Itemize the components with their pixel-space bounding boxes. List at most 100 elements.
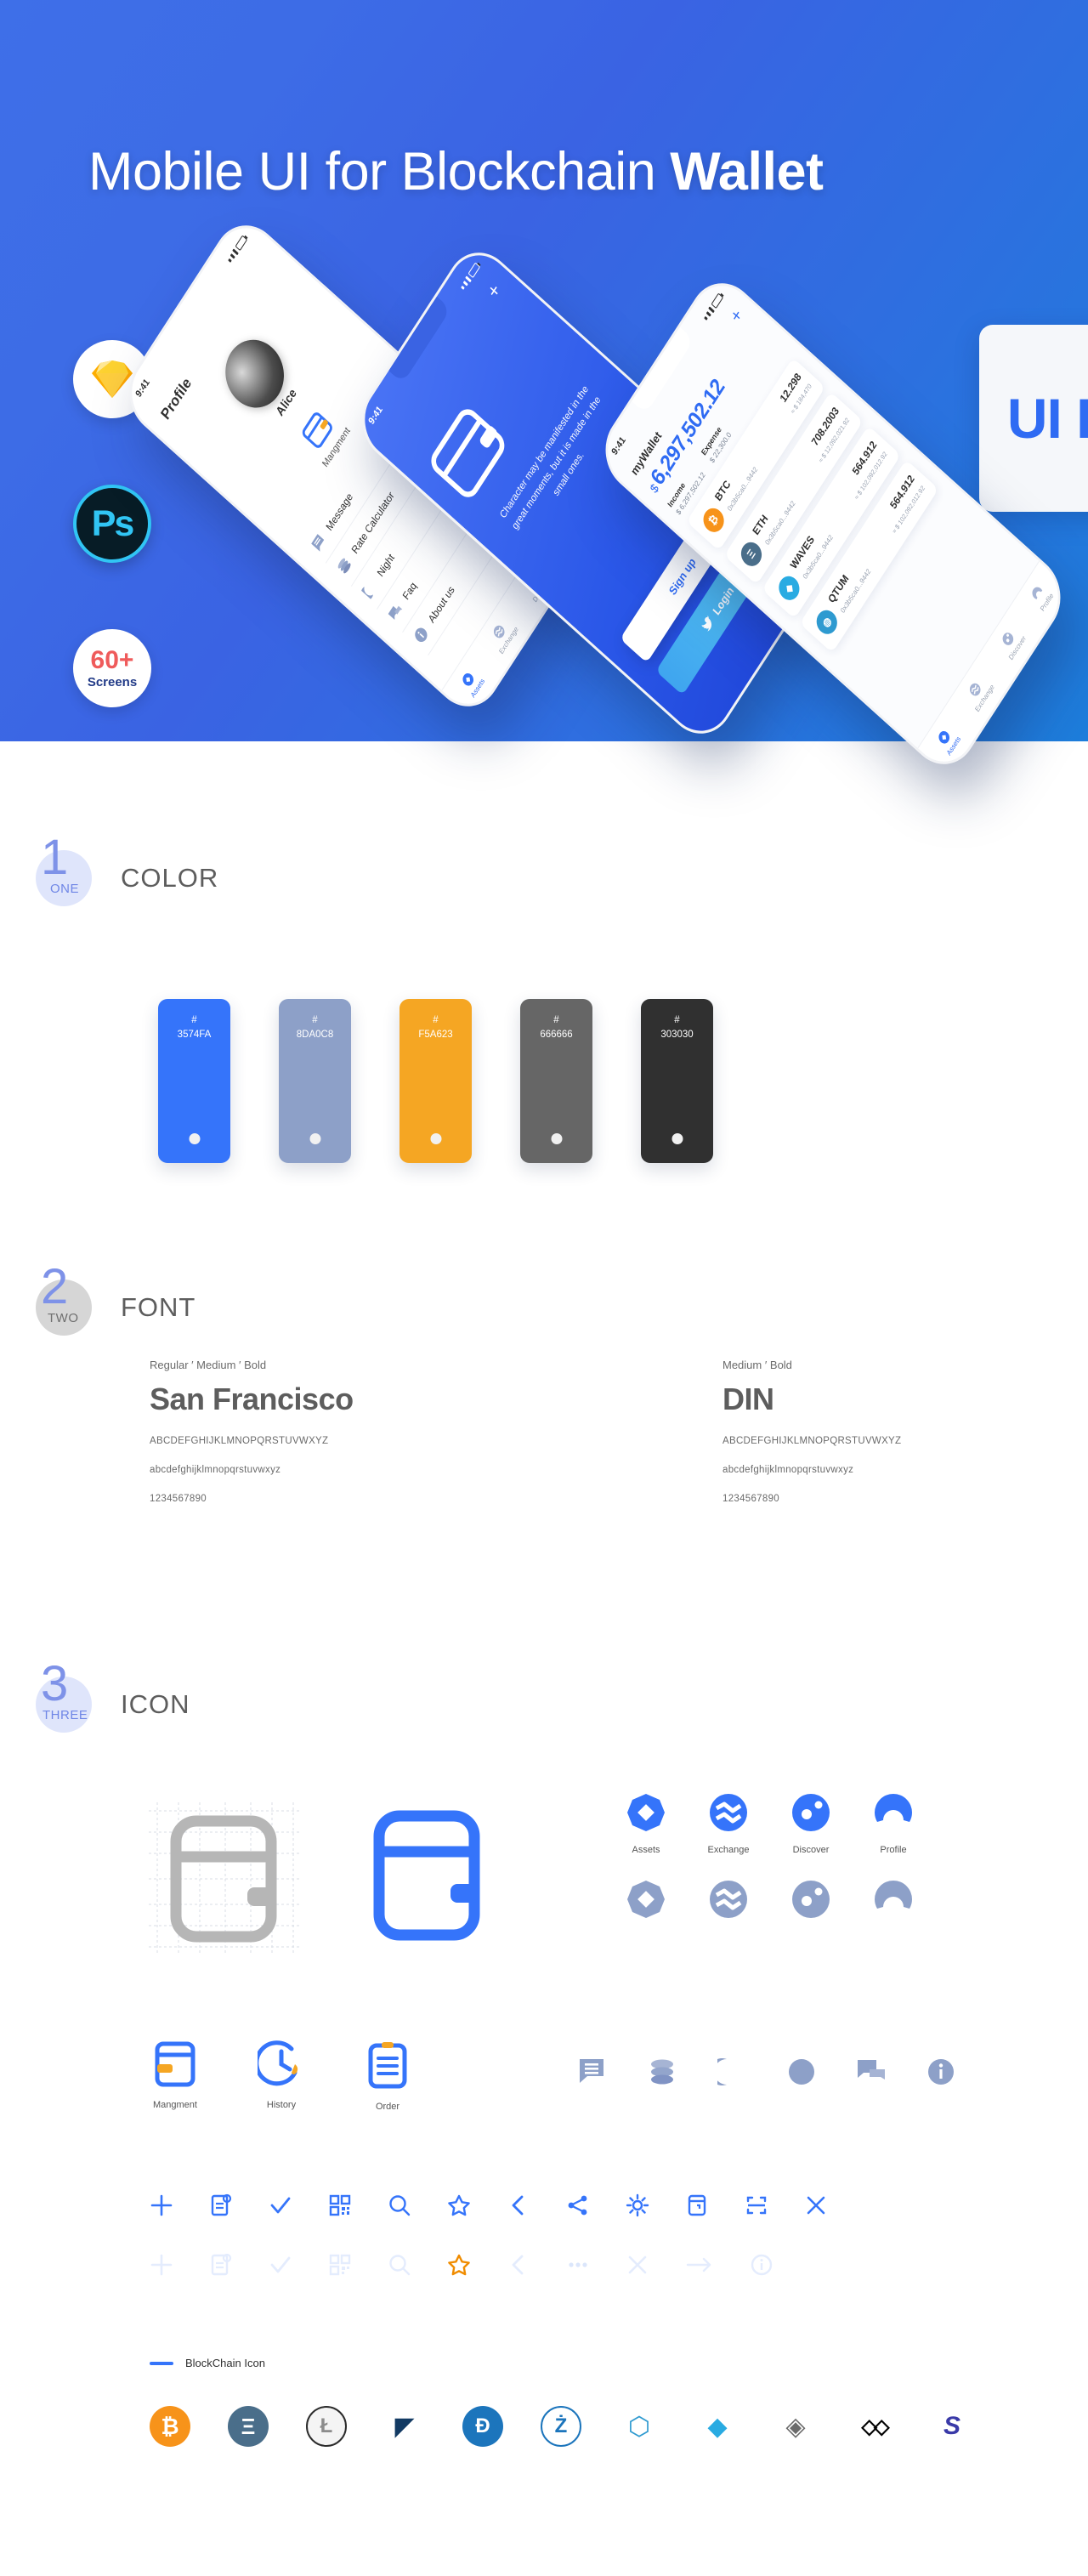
swatch-code: #8DA0C8 — [296, 1015, 334, 1041]
zcash-icon[interactable]: Ż — [541, 2406, 581, 2447]
scan-icon[interactable] — [745, 2193, 768, 2217]
close-icon[interactable] — [626, 2253, 649, 2277]
tab-exchange[interactable]: Exchange — [962, 672, 996, 713]
section-header-icon: 3 THREE ICON — [36, 1660, 190, 1733]
tab-icon-profile[interactable]: Profile — [872, 1792, 915, 1855]
section-number-word: TWO — [48, 1311, 79, 1325]
tab-icon-assets-inactive[interactable] — [625, 1879, 667, 1924]
search-icon[interactable] — [388, 2193, 411, 2217]
battery-icon — [468, 262, 481, 279]
feature-order[interactable]: Order — [362, 2040, 413, 2112]
tab-exchange[interactable]: Exchange — [486, 615, 520, 655]
ui-icon-row-primary — [150, 2193, 828, 2217]
signal-bar — [228, 258, 232, 263]
tab-icon-label: Exchange — [707, 1845, 750, 1855]
tab-icon-discover[interactable]: Discover — [790, 1792, 832, 1855]
color-swatch[interactable]: #303030 — [641, 999, 713, 1163]
wallet-icon — [431, 409, 505, 497]
order-list-icon — [368, 2042, 407, 2089]
swatch-dot — [309, 1133, 320, 1144]
moon-icon[interactable] — [717, 2057, 746, 2086]
arrow-right-icon[interactable] — [685, 2253, 714, 2277]
gear-icon[interactable] — [626, 2193, 649, 2217]
twitter-icon — [701, 615, 711, 632]
qr-code-icon[interactable] — [328, 2253, 352, 2277]
share-icon[interactable] — [566, 2193, 590, 2217]
tab-assets[interactable]: Assets — [934, 724, 962, 757]
star-icon[interactable] — [447, 2193, 471, 2217]
color-swatch[interactable]: #8DA0C8 — [279, 999, 351, 1163]
coin-info: BTC 0x3b5ca0...9442 — [713, 453, 762, 514]
dash-icon[interactable]: Ð — [462, 2406, 503, 2447]
chevron-left-icon[interactable] — [507, 2253, 530, 2277]
tab-assets[interactable]: Assets — [458, 667, 486, 700]
waves-icon[interactable]: ◆ — [697, 2406, 738, 2447]
section-header-font: 2 TWO FONT — [36, 1262, 196, 1336]
color-swatch[interactable]: #666666 — [520, 999, 592, 1163]
chat-icon[interactable] — [857, 2057, 886, 2086]
section-title: FONT — [121, 1292, 196, 1322]
info-icon[interactable] — [750, 2253, 774, 2277]
tab-icon-profile-inactive[interactable] — [872, 1879, 915, 1924]
qr-code-icon[interactable] — [328, 2193, 352, 2217]
qtum-icon[interactable]: ⬡ — [619, 2406, 660, 2447]
tab-icon-assets[interactable]: Assets — [625, 1792, 667, 1855]
profile-icon — [875, 1881, 912, 1909]
stellar-icon[interactable]: ◤ — [384, 2406, 425, 2447]
wallet-card-icon — [302, 412, 332, 448]
bitcoin-icon[interactable]: ₿ — [150, 2406, 190, 2447]
section-number: 3 — [41, 1656, 69, 1711]
plus-icon[interactable] — [150, 2193, 173, 2217]
eos-icon[interactable]: ◈ — [775, 2406, 816, 2447]
circle-icon[interactable] — [787, 2057, 816, 2086]
coins-stack-icon[interactable] — [648, 2057, 677, 2086]
swatch-code: #303030 — [660, 1015, 694, 1041]
ethereum-icon[interactable]: Ξ — [228, 2406, 269, 2447]
section-number-word: THREE — [42, 1708, 88, 1722]
litecoin-icon[interactable]: Ł — [306, 2406, 347, 2447]
star-icon[interactable] — [447, 2253, 471, 2277]
info-icon — [415, 627, 428, 643]
label-rule — [150, 2361, 173, 2365]
dots-icon[interactable] — [566, 2253, 590, 2277]
feature-history[interactable]: History — [254, 2040, 307, 2112]
tab-discover[interactable]: Discover — [996, 624, 1028, 661]
coin-amount-block: 708.2003 ≈ $ 12,092,021.92 — [804, 405, 853, 466]
check-icon[interactable] — [269, 2193, 292, 2217]
ui-icon-row-muted — [150, 2253, 774, 2277]
coin-info: ETH 0x3b5ca0...9442 — [751, 487, 799, 548]
blockchain-icon-set: ₿ Ξ Ł ◤ Ð Ż ⬡ ◆ ◈ ◇◇ S — [150, 2406, 972, 2447]
message-icon[interactable] — [578, 2057, 607, 2086]
color-swatch[interactable]: #3574FA — [158, 999, 230, 1163]
color-swatch[interactable]: # F5A623 — [400, 999, 472, 1163]
section-header-color: 1 ONE COLOR — [36, 833, 218, 906]
swatch-code: # F5A623 — [418, 1015, 453, 1041]
add-button[interactable]: + — [483, 279, 506, 303]
check-icon[interactable] — [269, 2253, 292, 2277]
battery-icon — [235, 235, 248, 252]
bitcoin-icon: ₿ — [699, 503, 728, 537]
swatch-hex: 3574FA — [177, 1030, 212, 1041]
plus-icon[interactable] — [150, 2253, 173, 2277]
close-icon[interactable] — [804, 2193, 828, 2217]
search-icon[interactable] — [388, 2253, 411, 2277]
section-number: 2 — [41, 1259, 69, 1314]
tenx-icon[interactable]: ◇◇ — [853, 2406, 894, 2447]
tab-icon-label: Discover — [792, 1845, 830, 1855]
tab-icon-exchange[interactable]: Exchange — [707, 1792, 750, 1855]
wallet-icon-construction — [149, 1802, 302, 1960]
feature-management[interactable]: Mangment — [150, 2040, 201, 2112]
info-icon[interactable] — [926, 2057, 955, 2086]
nem-icon[interactable]: S — [932, 2406, 972, 2447]
signal-bar — [704, 315, 708, 321]
tab-icon-discover-inactive[interactable] — [790, 1879, 832, 1924]
feature-label: History — [266, 2100, 297, 2110]
feature-label: Order — [375, 2102, 400, 2112]
document-settings-icon[interactable] — [209, 2193, 233, 2217]
swatch-dot — [430, 1133, 441, 1144]
document-settings-icon[interactable] — [209, 2253, 233, 2277]
wallet-card-icon[interactable] — [685, 2193, 709, 2217]
tab-icon-exchange-inactive[interactable] — [707, 1879, 750, 1924]
chevron-left-icon[interactable] — [507, 2193, 530, 2217]
tab-profile[interactable]: Profile — [1028, 582, 1055, 613]
